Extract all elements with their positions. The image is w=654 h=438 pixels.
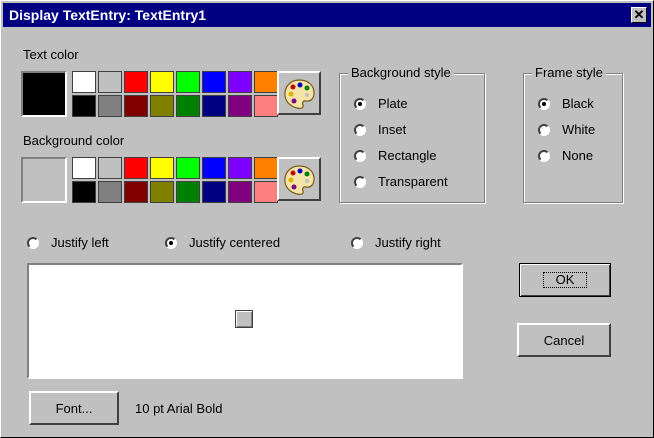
color-swatch[interactable] bbox=[72, 71, 96, 93]
color-swatch[interactable] bbox=[228, 95, 252, 117]
radio-label: None bbox=[562, 148, 594, 163]
ok-button-label: OK bbox=[542, 272, 588, 288]
color-swatch[interactable] bbox=[124, 95, 148, 117]
color-swatch[interactable] bbox=[202, 157, 226, 179]
radio-indicator bbox=[27, 236, 39, 249]
background-color-picker-button[interactable] bbox=[277, 157, 321, 201]
radio-justify-right[interactable]: Justify right bbox=[351, 235, 441, 250]
radio-label: Justify centered bbox=[189, 235, 281, 250]
radio-justify-centered[interactable]: Justify centered bbox=[165, 235, 280, 250]
color-swatch[interactable] bbox=[202, 181, 226, 203]
color-swatch[interactable] bbox=[228, 71, 252, 93]
background-color-current-swatch bbox=[21, 157, 67, 203]
radio-indicator bbox=[538, 123, 550, 136]
palette-icon bbox=[284, 165, 315, 195]
radio-white[interactable]: White bbox=[538, 122, 595, 137]
color-swatch[interactable] bbox=[98, 181, 122, 203]
radio-label: Black bbox=[562, 96, 594, 111]
radio-indicator bbox=[354, 97, 366, 110]
radio-indicator bbox=[538, 149, 550, 162]
color-swatch[interactable] bbox=[176, 157, 200, 179]
radio-indicator bbox=[354, 175, 366, 188]
radio-indicator bbox=[351, 236, 363, 249]
color-swatch[interactable] bbox=[254, 181, 278, 203]
radio-indicator bbox=[538, 97, 550, 110]
color-swatch[interactable] bbox=[202, 71, 226, 93]
ok-button[interactable]: OK bbox=[519, 263, 611, 297]
radio-label: Justify left bbox=[51, 235, 109, 250]
radio-label: Plate bbox=[378, 96, 408, 111]
color-swatch[interactable] bbox=[72, 157, 96, 179]
radio-label: Rectangle bbox=[378, 148, 437, 163]
color-swatch[interactable] bbox=[98, 95, 122, 117]
color-swatch[interactable] bbox=[124, 181, 148, 203]
radio-indicator bbox=[354, 123, 366, 136]
color-swatch[interactable] bbox=[254, 157, 278, 179]
dialog-window: Display TextEntry: TextEntry1 ✕ Text col… bbox=[0, 0, 654, 438]
text-color-current-swatch bbox=[21, 71, 67, 117]
title-bar: Display TextEntry: TextEntry1 ✕ bbox=[3, 3, 651, 27]
radio-label: Transparent bbox=[378, 174, 448, 189]
radio-label: Inset bbox=[378, 122, 407, 137]
color-swatch[interactable] bbox=[98, 71, 122, 93]
color-swatch[interactable] bbox=[150, 181, 174, 203]
color-swatch[interactable] bbox=[176, 181, 200, 203]
radio-plate[interactable]: Plate bbox=[354, 96, 408, 111]
color-swatch[interactable] bbox=[72, 95, 96, 117]
color-swatch[interactable] bbox=[150, 71, 174, 93]
text-color-label: Text color bbox=[23, 47, 79, 62]
color-swatch[interactable] bbox=[254, 95, 278, 117]
radio-indicator bbox=[354, 149, 366, 162]
color-swatch[interactable] bbox=[176, 95, 200, 117]
preview-area bbox=[27, 263, 463, 379]
color-swatch[interactable] bbox=[254, 71, 278, 93]
radio-black[interactable]: Black bbox=[538, 96, 594, 111]
radio-label: White bbox=[562, 122, 596, 137]
radio-justify-left[interactable]: Justify left bbox=[27, 235, 109, 250]
background-style-group: Background style Plate Inset Rectangle T… bbox=[339, 65, 485, 203]
color-swatch[interactable] bbox=[98, 157, 122, 179]
radio-rectangle[interactable]: Rectangle bbox=[354, 148, 437, 163]
color-swatch[interactable] bbox=[72, 181, 96, 203]
palette-icon bbox=[284, 79, 315, 109]
color-swatch[interactable] bbox=[228, 181, 252, 203]
font-description: 10 pt Arial Bold bbox=[135, 401, 223, 416]
radio-inset[interactable]: Inset bbox=[354, 122, 406, 137]
radio-indicator bbox=[165, 236, 177, 249]
cancel-button[interactable]: Cancel bbox=[517, 323, 611, 357]
radio-transparent[interactable]: Transparent bbox=[354, 174, 448, 189]
font-button[interactable]: Font... bbox=[29, 391, 119, 425]
color-swatch[interactable] bbox=[124, 157, 148, 179]
color-swatch[interactable] bbox=[202, 95, 226, 117]
close-button[interactable]: ✕ bbox=[631, 7, 647, 23]
color-swatch[interactable] bbox=[176, 71, 200, 93]
color-swatch[interactable] bbox=[124, 71, 148, 93]
preview-sample-widget bbox=[235, 310, 253, 328]
frame-style-label: Frame style bbox=[532, 65, 606, 80]
background-color-label: Background color bbox=[23, 133, 125, 148]
radio-none[interactable]: None bbox=[538, 148, 593, 163]
color-swatch[interactable] bbox=[150, 95, 174, 117]
window-title: Display TextEntry: TextEntry1 bbox=[9, 7, 207, 23]
background-style-label: Background style bbox=[348, 65, 454, 80]
color-swatch[interactable] bbox=[228, 157, 252, 179]
color-swatch[interactable] bbox=[150, 157, 174, 179]
frame-style-group: Frame style Black White None bbox=[523, 65, 623, 203]
radio-label: Justify right bbox=[375, 235, 441, 250]
text-color-palette bbox=[72, 71, 278, 117]
text-color-picker-button[interactable] bbox=[277, 71, 321, 115]
background-color-palette bbox=[72, 157, 278, 203]
